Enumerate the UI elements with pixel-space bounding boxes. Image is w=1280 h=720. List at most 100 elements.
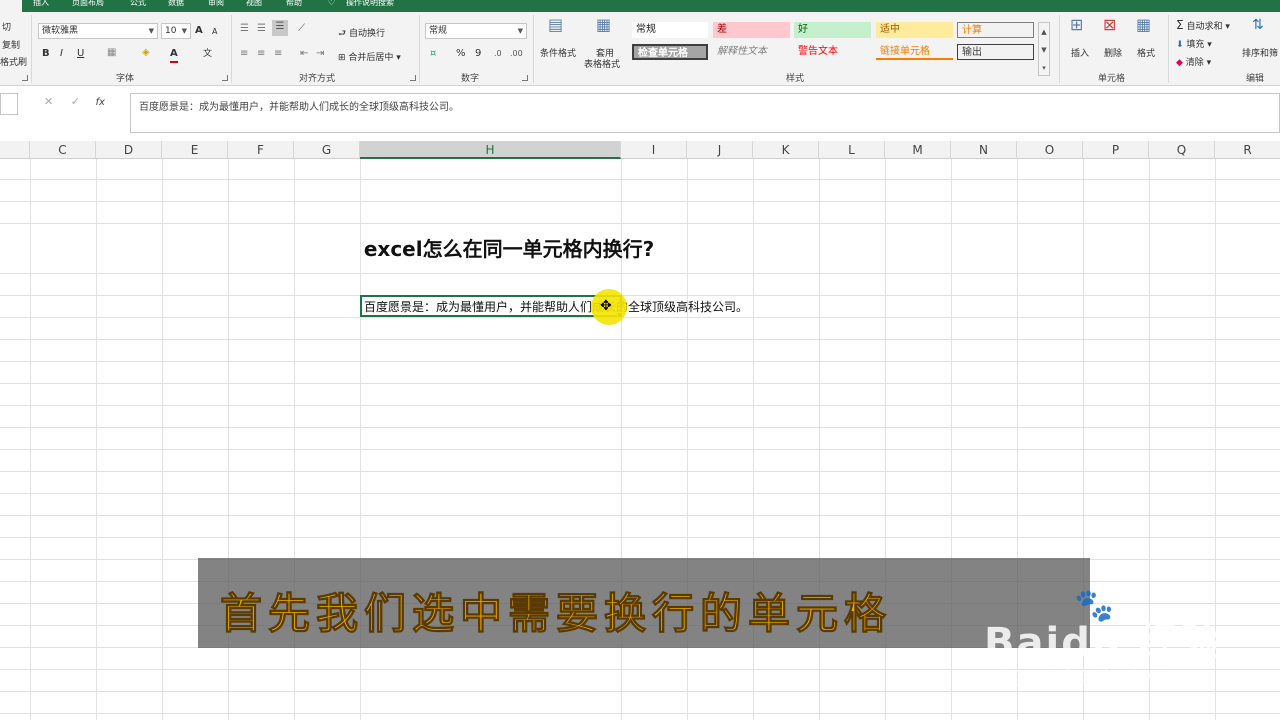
cut-button[interactable]: 切 (2, 20, 11, 33)
tab-review[interactable]: 审阅 (208, 0, 224, 8)
column-header-p[interactable]: P (1083, 141, 1149, 159)
chevron-down-icon: ▼ (148, 27, 154, 35)
column-header-o[interactable]: O (1017, 141, 1083, 159)
outdent-icon[interactable]: ⇥ (316, 47, 324, 61)
font-name-select[interactable]: 微软雅黑 ▼ (38, 23, 158, 39)
style-normal[interactable]: 常规 (632, 22, 708, 38)
column-header-b[interactable]: B (0, 141, 30, 159)
tab-data[interactable]: 数据 (168, 0, 184, 8)
column-header-i[interactable]: I (621, 141, 687, 159)
divider (419, 15, 420, 83)
fill-down-icon: ⬇ (1176, 40, 1184, 50)
column-header-e[interactable]: E (162, 141, 228, 159)
font-group-label: 字体 (116, 74, 135, 84)
wrap-text-button[interactable]: ⮐ 自动换行 (338, 26, 385, 42)
align-right-icon[interactable]: ≡ (274, 47, 282, 61)
grid-line (96, 159, 97, 720)
italic-button[interactable]: I (60, 47, 63, 61)
tab-view[interactable]: 视图 (246, 0, 262, 8)
grid-line (0, 427, 1280, 428)
insert-function-button[interactable]: fx (95, 97, 104, 108)
fill-button[interactable]: ⬇ 填充 ▾ (1176, 37, 1212, 50)
tab-formulas[interactable]: 公式 (130, 0, 146, 8)
style-calculation[interactable]: 计算 (957, 22, 1034, 38)
grid-line (0, 713, 1280, 714)
insert-button[interactable]: 插入 (1071, 46, 1089, 59)
percent-button[interactable]: % (456, 47, 466, 61)
fill-color-icon[interactable]: ◈ (142, 46, 150, 60)
column-header-l[interactable]: L (819, 141, 885, 159)
shrink-font-button[interactable]: A (212, 25, 217, 39)
delete-cells-icon: ⊠ (1103, 15, 1117, 34)
borders-icon[interactable]: ▦ (107, 46, 116, 60)
alignment-launcher-icon[interactable] (410, 75, 416, 81)
style-check-cell[interactable]: 检查单元格 (632, 44, 708, 60)
bold-button[interactable]: B (42, 47, 50, 61)
clipboard-launcher-icon[interactable] (22, 75, 28, 81)
format-as-table-line2[interactable]: 表格格式 (584, 57, 620, 70)
number-launcher-icon[interactable] (522, 75, 528, 81)
merge-center-button[interactable]: ⊞ 合并后居中 ▾ (338, 50, 401, 63)
format-button[interactable]: 格式 (1137, 46, 1155, 59)
font-color-button[interactable]: A (170, 47, 178, 63)
column-header-h[interactable]: H (360, 141, 621, 159)
align-bottom-icon[interactable]: ☰ (272, 20, 288, 36)
style-bad[interactable]: 差 (713, 22, 790, 38)
cancel-icon[interactable]: ✕ (44, 95, 53, 108)
grid-line (0, 317, 1280, 318)
tab-help[interactable]: 帮助 (286, 0, 302, 8)
column-header-d[interactable]: D (96, 141, 162, 159)
style-warning[interactable]: 警告文本 (794, 44, 871, 60)
tell-me-search[interactable]: 操作说明搜索 (346, 0, 394, 8)
grow-font-button[interactable]: A (195, 24, 203, 38)
column-header-q[interactable]: Q (1149, 141, 1215, 159)
increase-decimal-icon[interactable]: .0 (494, 47, 502, 61)
align-left-icon[interactable]: ≡ (240, 47, 248, 61)
format-painter-button[interactable]: 格式刷 (0, 55, 27, 68)
column-header-n[interactable]: N (951, 141, 1017, 159)
style-explanatory[interactable]: 解释性文本 (713, 44, 790, 60)
grid-line (0, 449, 1280, 450)
column-header-j[interactable]: J (687, 141, 753, 159)
grid-line (0, 339, 1280, 340)
tab-home[interactable] (0, 0, 22, 12)
number-format-select[interactable]: 常规 ▼ (425, 23, 527, 39)
underline-button[interactable]: U (77, 47, 84, 61)
autosum-button[interactable]: Σ 自动求和 ▾ (1176, 18, 1230, 32)
tab-insert[interactable]: 插入 (33, 0, 49, 8)
align-center-icon[interactable]: ≡ (257, 47, 265, 61)
format-cells-icon: ▦ (1136, 15, 1152, 34)
font-size-select[interactable]: 10 ▼ (161, 23, 191, 39)
column-header-g[interactable]: G (294, 141, 360, 159)
formula-input[interactable]: 百度愿景是：成为最懂用户，并能帮助人们成长的全球顶级高科技公司。 (130, 93, 1280, 133)
column-header-k[interactable]: K (753, 141, 819, 159)
copy-button[interactable]: 复制 (2, 38, 20, 51)
comma-button[interactable]: 9 (475, 47, 481, 61)
grid-line (0, 361, 1280, 362)
style-neutral[interactable]: 适中 (876, 22, 953, 38)
font-launcher-icon[interactable] (222, 75, 228, 81)
name-box[interactable] (0, 93, 18, 115)
style-linked-cell[interactable]: 链接单元格 (876, 44, 953, 60)
align-middle-icon[interactable]: ☰ (257, 22, 266, 36)
enter-icon[interactable]: ✓ (71, 95, 80, 108)
indent-icon[interactable]: ⇤ (300, 47, 308, 61)
currency-icon[interactable]: ¤ (430, 47, 436, 61)
decrease-decimal-icon[interactable]: .00 (510, 47, 523, 61)
conditional-format-button[interactable]: 条件格式 (540, 46, 576, 59)
selected-cell[interactable] (360, 295, 622, 317)
align-top-icon[interactable]: ☰ (240, 22, 249, 36)
clear-button[interactable]: ◆ 清除 ▾ (1176, 55, 1211, 68)
delete-button[interactable]: 删除 (1104, 46, 1122, 59)
styles-scroll-icon[interactable]: ▲ ▼ ▾ (1038, 22, 1050, 76)
column-header-r[interactable]: R (1215, 141, 1280, 159)
tab-page-layout[interactable]: 页面布局 (72, 0, 104, 8)
sort-filter-button[interactable]: 排序和筛 (1242, 46, 1278, 59)
column-header-c[interactable]: C (30, 141, 96, 159)
style-good[interactable]: 好 (794, 22, 871, 38)
column-header-f[interactable]: F (228, 141, 294, 159)
style-output[interactable]: 输出 (957, 44, 1034, 60)
column-header-m[interactable]: M (885, 141, 951, 159)
orientation-icon[interactable]: ⟋ (298, 22, 305, 36)
phonetic-button[interactable]: 文 (203, 47, 212, 61)
